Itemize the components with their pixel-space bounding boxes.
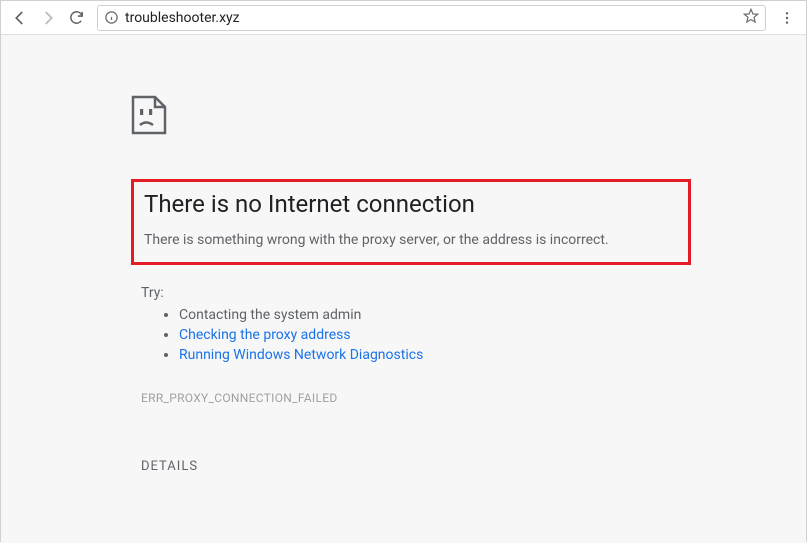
error-code: ERR_PROXY_CONNECTION_FAILED [141, 391, 691, 405]
error-highlight-box: There is no Internet connection There is… [131, 179, 691, 265]
forward-button[interactable] [35, 5, 61, 31]
list-item: Contacting the system admin [179, 307, 691, 323]
details-button[interactable]: DETAILS [141, 459, 691, 474]
site-info-icon[interactable] [104, 10, 119, 25]
bookmark-star-icon[interactable] [743, 8, 759, 28]
page-content: There is no Internet connection There is… [1, 35, 806, 543]
list-item: Checking the proxy address [179, 327, 691, 343]
reload-button[interactable] [63, 5, 89, 31]
sad-page-icon [131, 95, 691, 139]
menu-icon[interactable] [774, 5, 800, 31]
browser-toolbar: troubleshooter.xyz [1, 1, 806, 35]
suggestion-text: Contacting the system admin [179, 307, 361, 323]
suggestion-list: Contacting the system admin Checking the… [179, 307, 691, 363]
address-bar[interactable]: troubleshooter.xyz [97, 5, 766, 31]
proxy-address-link[interactable]: Checking the proxy address [179, 327, 351, 343]
try-label: Try: [141, 285, 691, 301]
list-item: Running Windows Network Diagnostics [179, 347, 691, 363]
error-container: There is no Internet connection There is… [131, 95, 691, 474]
network-diagnostics-link[interactable]: Running Windows Network Diagnostics [179, 347, 423, 363]
back-button[interactable] [7, 5, 33, 31]
error-subtitle: There is something wrong with the proxy … [144, 232, 678, 248]
error-title: There is no Internet connection [144, 190, 678, 218]
url-text: troubleshooter.xyz [125, 10, 737, 26]
